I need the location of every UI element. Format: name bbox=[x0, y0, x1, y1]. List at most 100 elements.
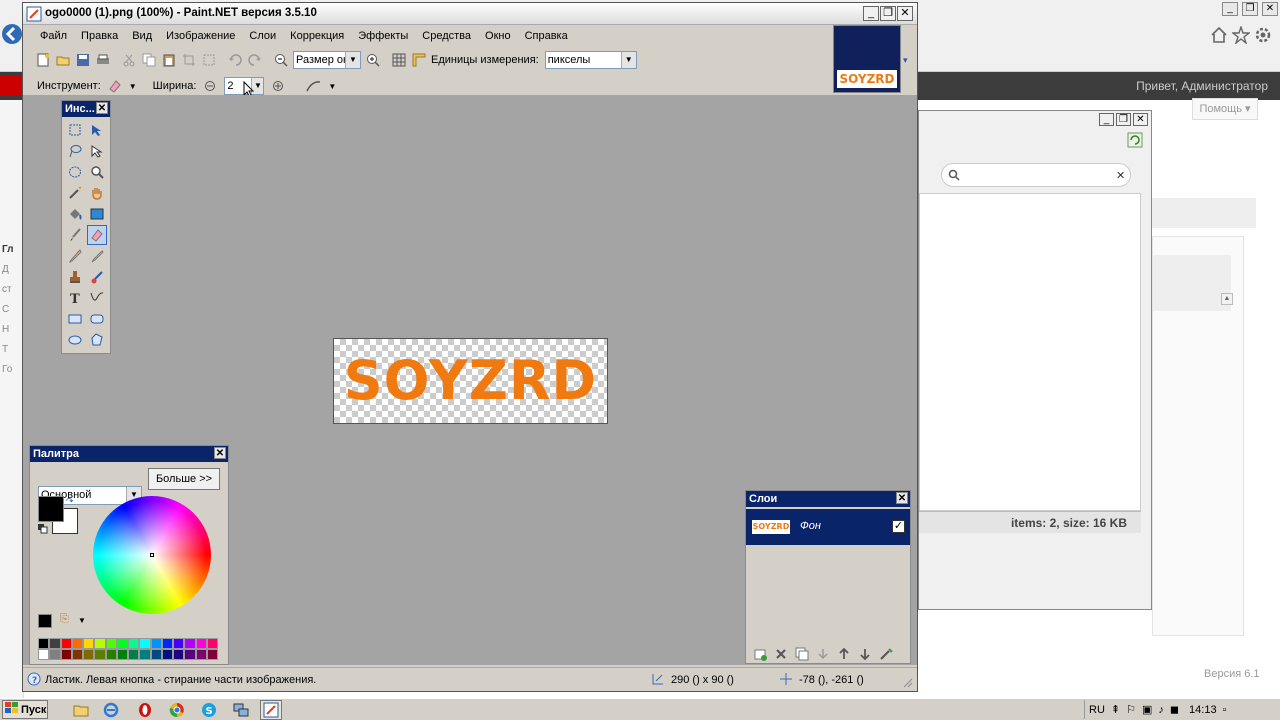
palette-swatch[interactable] bbox=[94, 638, 106, 649]
chevron-down-icon[interactable]: ▼ bbox=[328, 82, 336, 91]
palette-swatch[interactable] bbox=[94, 649, 106, 660]
eraser-icon[interactable] bbox=[87, 225, 107, 245]
chrome-taskbar-icon[interactable] bbox=[166, 700, 188, 720]
chevron-down-icon[interactable]: ▼ bbox=[78, 616, 86, 625]
refresh-icon[interactable] bbox=[1127, 132, 1143, 148]
greeting-text[interactable]: Привет, Администратор bbox=[1136, 79, 1268, 93]
settings-gear-icon[interactable] bbox=[1254, 26, 1272, 44]
menu-window[interactable]: Окно bbox=[478, 25, 518, 47]
primary-color-swatch[interactable] bbox=[38, 496, 64, 522]
palette-swatch[interactable] bbox=[184, 649, 196, 660]
palette-swatch[interactable] bbox=[71, 649, 83, 660]
lasso-select-icon[interactable] bbox=[65, 141, 85, 161]
ruler-icon[interactable] bbox=[409, 50, 429, 70]
palette-swatch[interactable] bbox=[173, 638, 185, 649]
duplicate-layer-icon[interactable] bbox=[792, 644, 812, 664]
close-icon[interactable]: ✕ bbox=[214, 447, 226, 459]
paintbrush-icon[interactable] bbox=[65, 225, 85, 245]
swap-colors-icon[interactable]: ↷ bbox=[66, 496, 74, 507]
resize-grip-icon[interactable] bbox=[903, 678, 913, 688]
palette-swatch[interactable] bbox=[38, 649, 50, 660]
fb-close-button[interactable]: ✕ bbox=[1133, 113, 1148, 126]
pan-hand-icon[interactable] bbox=[87, 183, 107, 203]
menu-adjustments[interactable]: Коррекция bbox=[283, 25, 351, 47]
palette-swatch[interactable] bbox=[161, 649, 173, 660]
scroll-up-icon[interactable]: ▲ bbox=[1221, 293, 1233, 305]
copy-icon[interactable] bbox=[139, 50, 159, 70]
more-colors-button[interactable]: Больше >> bbox=[148, 468, 220, 490]
palette-swatch[interactable] bbox=[173, 649, 185, 660]
menu-view[interactable]: Вид bbox=[125, 25, 159, 47]
opera-taskbar-icon[interactable] bbox=[134, 700, 156, 720]
sidebar-letter[interactable]: ст bbox=[2, 280, 20, 300]
text-icon[interactable]: T bbox=[65, 288, 85, 308]
magic-wand-icon[interactable] bbox=[65, 183, 85, 203]
antialiasing-icon[interactable] bbox=[304, 76, 324, 96]
zoom-out-icon[interactable] bbox=[271, 50, 291, 70]
ellipse-shape-icon[interactable] bbox=[65, 330, 85, 350]
zoom-in-icon[interactable] bbox=[363, 50, 383, 70]
new-file-icon[interactable] bbox=[33, 50, 53, 70]
menu-effects[interactable]: Эффекты bbox=[351, 25, 415, 47]
save-icon[interactable] bbox=[73, 50, 93, 70]
ie-taskbar-icon[interactable] bbox=[100, 700, 122, 720]
palette-swatch[interactable] bbox=[150, 649, 162, 660]
current-color-mini[interactable] bbox=[38, 614, 52, 628]
zoom-select[interactable]: Размер окн ▼ bbox=[293, 51, 361, 69]
ellipse-select-icon[interactable] bbox=[65, 162, 85, 182]
cut-icon[interactable] bbox=[119, 50, 139, 70]
fb-minimize-button[interactable]: _ bbox=[1099, 113, 1114, 126]
rectangle-shape-icon[interactable] bbox=[65, 309, 85, 329]
language-indicator[interactable]: RU bbox=[1089, 704, 1105, 716]
open-file-icon[interactable] bbox=[53, 50, 73, 70]
palette-swatch[interactable] bbox=[195, 638, 207, 649]
palette-swatch[interactable] bbox=[139, 649, 151, 660]
reset-colors-icon[interactable] bbox=[38, 524, 48, 534]
clock[interactable]: 14:13 bbox=[1189, 704, 1217, 716]
palette-swatch[interactable] bbox=[60, 638, 72, 649]
sidebar-letter[interactable]: Гл bbox=[2, 240, 20, 260]
browser-maximize-button[interactable]: ❐ bbox=[1242, 2, 1258, 16]
units-select[interactable]: пикселы ▼ bbox=[544, 51, 637, 69]
sidebar-letter[interactable]: Д bbox=[2, 260, 20, 280]
fb-maximize-button[interactable]: ❐ bbox=[1116, 113, 1131, 126]
move-layer-down-icon[interactable] bbox=[855, 644, 875, 664]
close-icon[interactable]: ✕ bbox=[896, 492, 908, 504]
tools-panel-titlebar[interactable]: Инс... ✕ bbox=[62, 101, 110, 117]
palette-swatch[interactable] bbox=[206, 638, 218, 649]
show-desktop-icon[interactable]: ▫ bbox=[1223, 704, 1227, 716]
explorer-taskbar-icon[interactable] bbox=[70, 700, 92, 720]
move-layer-up-icon[interactable] bbox=[834, 644, 854, 664]
menu-edit[interactable]: Правка bbox=[74, 25, 125, 47]
minimize-button[interactable]: _ bbox=[863, 6, 879, 21]
tray-app-icon[interactable]: ◼ bbox=[1170, 703, 1179, 716]
clear-search-icon[interactable]: ✕ bbox=[1116, 169, 1125, 182]
file-list[interactable] bbox=[919, 193, 1141, 511]
line-curve-icon[interactable] bbox=[87, 288, 107, 308]
palette-swatch[interactable] bbox=[60, 649, 72, 660]
skype-taskbar-icon[interactable]: S bbox=[198, 700, 220, 720]
palette-swatch[interactable] bbox=[116, 638, 128, 649]
canvas-workspace[interactable]: SOYZRD Инс... ✕ T Палитра ✕ Основной ▼ Б… bbox=[23, 95, 917, 665]
palette-swatch[interactable] bbox=[83, 649, 95, 660]
paste-icon[interactable] bbox=[159, 50, 179, 70]
maximize-button[interactable]: ❐ bbox=[880, 6, 896, 21]
menu-file[interactable]: Файл bbox=[33, 25, 74, 47]
palette-swatch[interactable] bbox=[195, 649, 207, 660]
freeform-shape-icon[interactable] bbox=[87, 330, 107, 350]
tray-flag-icon[interactable]: ⚐ bbox=[1126, 703, 1136, 716]
move-selected-icon[interactable] bbox=[87, 120, 107, 140]
home-icon[interactable] bbox=[1210, 26, 1228, 44]
merge-layer-down-icon[interactable] bbox=[813, 644, 833, 664]
zoom-icon[interactable] bbox=[87, 162, 107, 182]
toolbar-overflow-icon[interactable]: ▾ bbox=[903, 55, 908, 66]
start-button[interactable]: Пуск bbox=[2, 700, 48, 719]
palette-swatch[interactable] bbox=[83, 638, 95, 649]
palette-swatch[interactable] bbox=[161, 638, 173, 649]
sidebar-letter[interactable]: С bbox=[2, 300, 20, 320]
menu-tools[interactable]: Средства bbox=[415, 25, 478, 47]
palette-swatch[interactable] bbox=[206, 649, 218, 660]
pencil-icon[interactable] bbox=[65, 246, 85, 266]
close-icon[interactable]: ✕ bbox=[96, 102, 108, 114]
menu-help[interactable]: Справка bbox=[518, 25, 575, 47]
